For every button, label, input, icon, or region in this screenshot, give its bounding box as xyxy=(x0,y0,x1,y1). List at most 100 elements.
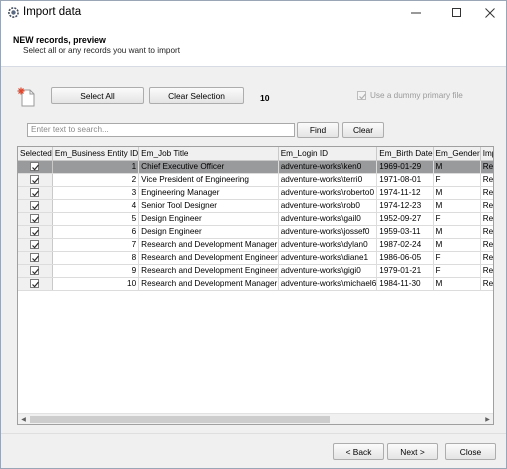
cell-job-title: Engineering Manager xyxy=(138,186,279,200)
table-row[interactable]: 4 Senior Tool Designer adventure-works\rob… xyxy=(18,199,493,213)
records-table: Selected Em_Business Entity ID Em_Job Ti… xyxy=(18,147,493,291)
table-row[interactable]: 7 Research and Development Manager adventu… xyxy=(18,238,493,252)
table-row[interactable]: 6 Design Engineer adventure-works\jossef0 1… xyxy=(18,225,493,239)
row-select-cell xyxy=(18,264,53,278)
checkmark-icon xyxy=(32,281,40,288)
table-row[interactable]: 1 Chief Executive Officer adventure-works\… xyxy=(18,160,493,174)
row-checkbox[interactable] xyxy=(30,214,40,224)
find-button[interactable]: Find xyxy=(297,122,339,138)
table-row[interactable]: 10 Research and Development Manager advent… xyxy=(18,277,493,291)
app-gear-icon xyxy=(8,7,19,18)
close-window-button[interactable] xyxy=(475,1,505,25)
scrollbar-thumb[interactable] xyxy=(30,416,330,423)
row-checkbox[interactable] xyxy=(30,201,40,211)
scroll-right-icon[interactable]: ▶ xyxy=(482,414,493,424)
column-header-birth-date[interactable]: Em_Birth Date xyxy=(376,147,434,161)
row-select-cell xyxy=(18,212,53,226)
dummy-primary-key-option[interactable]: Use a dummy primary file xyxy=(357,91,463,100)
table-row[interactable]: 8 Research and Development Engineer advent… xyxy=(18,251,493,265)
row-checkbox[interactable] xyxy=(30,162,40,172)
cell-login-id: adventure-works\ken0 xyxy=(278,160,378,174)
title-bar: Import data xyxy=(1,1,506,25)
cell-gender: F xyxy=(433,264,481,278)
cell-job-title: Design Engineer xyxy=(138,212,279,226)
cell-gender: M xyxy=(433,186,481,200)
cell-business-entity-id: 3 xyxy=(52,186,140,200)
row-select-cell xyxy=(18,186,53,200)
table-row[interactable]: 3 Engineering Manager adventure-works\robe… xyxy=(18,186,493,200)
table-header-row: Selected Em_Business Entity ID Em_Job Ti… xyxy=(18,147,493,161)
cell-imp: Rea xyxy=(480,212,493,226)
checkmark-icon xyxy=(32,255,40,262)
column-header-login-id[interactable]: Em_Login ID xyxy=(278,147,378,161)
cell-gender: F xyxy=(433,251,481,265)
row-checkbox[interactable] xyxy=(30,175,40,185)
row-checkbox[interactable] xyxy=(30,240,40,250)
dummy-key-checkbox[interactable] xyxy=(357,91,366,100)
cell-birth-date: 1974-12-23 xyxy=(376,199,434,213)
cell-birth-date: 1984-11-30 xyxy=(376,277,434,291)
cell-login-id: adventure-works\dylan0 xyxy=(278,238,378,252)
row-checkbox[interactable] xyxy=(30,227,40,237)
cell-imp: Rea xyxy=(480,173,493,187)
minimize-button[interactable] xyxy=(401,1,431,25)
cell-job-title: Research and Development Engineer xyxy=(138,264,279,278)
column-header-business-entity-id[interactable]: Em_Business Entity ID xyxy=(52,147,140,161)
checkmark-icon xyxy=(32,164,40,171)
cell-login-id: adventure-works\diane1 xyxy=(278,251,378,265)
column-header-job-title[interactable]: Em_Job Title xyxy=(138,147,279,161)
row-checkbox[interactable] xyxy=(30,188,40,198)
cell-business-entity-id: 9 xyxy=(52,264,140,278)
row-select-cell xyxy=(18,199,53,213)
checkmark-icon xyxy=(32,242,40,249)
column-header-gender[interactable]: Em_Gender xyxy=(433,147,481,161)
row-checkbox[interactable] xyxy=(30,266,40,276)
horizontal-scrollbar[interactable]: ◀ ▶ xyxy=(18,413,493,424)
cell-gender: M xyxy=(433,225,481,239)
back-button[interactable]: < Back xyxy=(333,443,384,460)
maximize-button[interactable] xyxy=(442,1,472,25)
cell-login-id: adventure-works\rob0 xyxy=(278,199,378,213)
row-select-cell xyxy=(18,173,53,187)
cell-job-title: Research and Development Engineer xyxy=(138,251,279,265)
close-button[interactable]: Close xyxy=(445,443,496,460)
new-records-icon xyxy=(17,87,35,107)
cell-job-title: Vice President of Engineering xyxy=(138,173,279,187)
search-input[interactable]: Enter text to search... xyxy=(27,123,295,137)
checkmark-icon xyxy=(32,203,40,210)
cell-job-title: Design Engineer xyxy=(138,225,279,239)
cell-gender: M xyxy=(433,238,481,252)
table-row[interactable]: 2 Vice President of Engineering adventure-… xyxy=(18,173,493,187)
cell-business-entity-id: 10 xyxy=(52,277,140,291)
cell-login-id: adventure-works\gail0 xyxy=(278,212,378,226)
cell-birth-date: 1971-08-01 xyxy=(376,173,434,187)
cell-job-title: Research and Development Manager xyxy=(138,238,279,252)
cell-login-id: adventure-works\michael6 xyxy=(278,277,378,291)
cell-imp: Rea xyxy=(480,264,493,278)
cell-gender: M xyxy=(433,277,481,291)
cell-business-entity-id: 8 xyxy=(52,251,140,265)
table-row[interactable]: 5 Design Engineer adventure-works\gail0 195… xyxy=(18,212,493,226)
table-row[interactable]: 9 Research and Development Engineer advent… xyxy=(18,264,493,278)
clear-search-button[interactable]: Clear xyxy=(342,122,384,138)
row-checkbox[interactable] xyxy=(30,253,40,263)
column-header-imp[interactable]: Imp xyxy=(480,147,493,161)
cell-birth-date: 1986-06-05 xyxy=(376,251,434,265)
record-count: 10 xyxy=(260,93,270,103)
checkmark-icon xyxy=(32,216,40,223)
records-grid[interactable]: Selected Em_Business Entity ID Em_Job Ti… xyxy=(17,146,494,425)
cell-login-id: adventure-works\roberto0 xyxy=(278,186,378,200)
row-select-cell xyxy=(18,251,53,265)
clear-selection-button[interactable]: Clear Selection xyxy=(149,87,244,104)
scroll-left-icon[interactable]: ◀ xyxy=(18,414,29,424)
row-select-cell xyxy=(18,225,53,239)
column-header-selected[interactable]: Selected xyxy=(18,147,53,161)
cell-imp: Rea xyxy=(480,160,493,174)
row-select-cell xyxy=(18,277,53,291)
next-button[interactable]: Next > xyxy=(387,443,438,460)
select-all-button[interactable]: Select All xyxy=(51,87,144,104)
row-select-cell xyxy=(18,238,53,252)
row-checkbox[interactable] xyxy=(30,279,40,289)
cell-gender: M xyxy=(433,160,481,174)
page-subtitle: Select all or any records you want to im… xyxy=(23,46,180,55)
